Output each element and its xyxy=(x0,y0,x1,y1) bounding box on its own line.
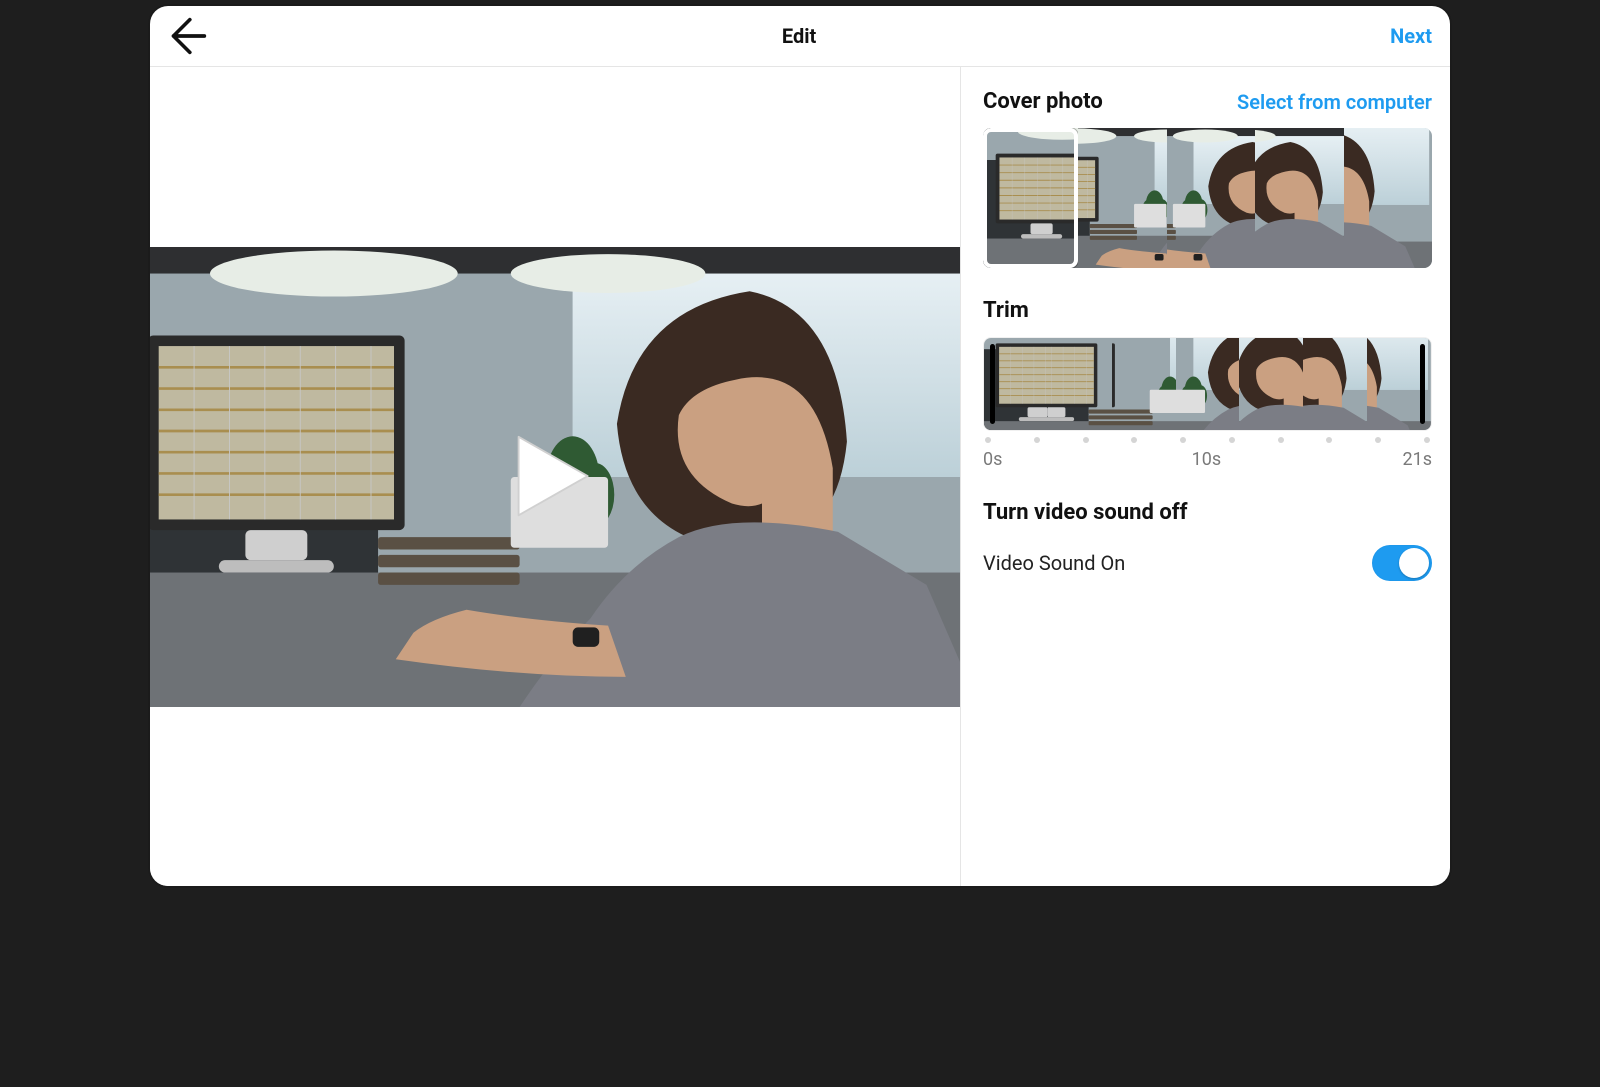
trim-handle-end[interactable] xyxy=(1420,344,1425,424)
cover-photo-title: Cover photo xyxy=(983,89,1103,114)
cover-thumb-2[interactable] xyxy=(1167,128,1256,268)
titlebar: Edit Next xyxy=(150,6,1450,67)
trim-title: Trim xyxy=(983,298,1029,323)
content-area: Cover photo Select from computer xyxy=(150,67,1450,886)
cover-thumb-1[interactable] xyxy=(1078,128,1167,268)
sound-section-title: Turn video sound off xyxy=(983,500,1188,525)
trim-tick-row xyxy=(983,437,1432,443)
cover-thumb-3[interactable] xyxy=(1255,128,1344,268)
video-preview-pane xyxy=(150,67,961,886)
video-preview[interactable] xyxy=(150,247,960,707)
cover-thumb-0[interactable] xyxy=(983,128,1078,268)
modal-title: Edit xyxy=(782,24,816,48)
trim-handle-start[interactable] xyxy=(990,344,995,424)
edit-sidebar: Cover photo Select from computer xyxy=(961,67,1450,886)
trim-start-label: 0s xyxy=(983,449,1002,470)
trim-mid-label: 10s xyxy=(1192,449,1222,470)
sound-toggle[interactable] xyxy=(1372,545,1432,581)
trim-time-labels: 0s 10s 21s xyxy=(983,449,1432,470)
next-button[interactable]: Next xyxy=(1390,24,1432,48)
cover-photo-section: Cover photo Select from computer xyxy=(983,89,1432,268)
back-arrow-icon[interactable] xyxy=(168,14,208,58)
sound-toggle-label: Video Sound On xyxy=(983,551,1125,575)
trim-end-label: 21s xyxy=(1402,449,1432,470)
edit-video-modal: Edit Next Cover photo Select from comput… xyxy=(150,6,1450,886)
select-from-computer-link[interactable]: Select from computer xyxy=(1237,90,1432,114)
trim-filmstrip[interactable] xyxy=(983,337,1432,431)
play-icon[interactable] xyxy=(510,432,600,522)
cover-photo-filmstrip xyxy=(983,128,1432,268)
trim-section: Trim 0s xyxy=(983,298,1432,470)
sound-section: Turn video sound off Video Sound On xyxy=(983,500,1432,581)
cover-thumb-4[interactable] xyxy=(1344,128,1433,268)
sound-toggle-knob xyxy=(1399,548,1429,578)
